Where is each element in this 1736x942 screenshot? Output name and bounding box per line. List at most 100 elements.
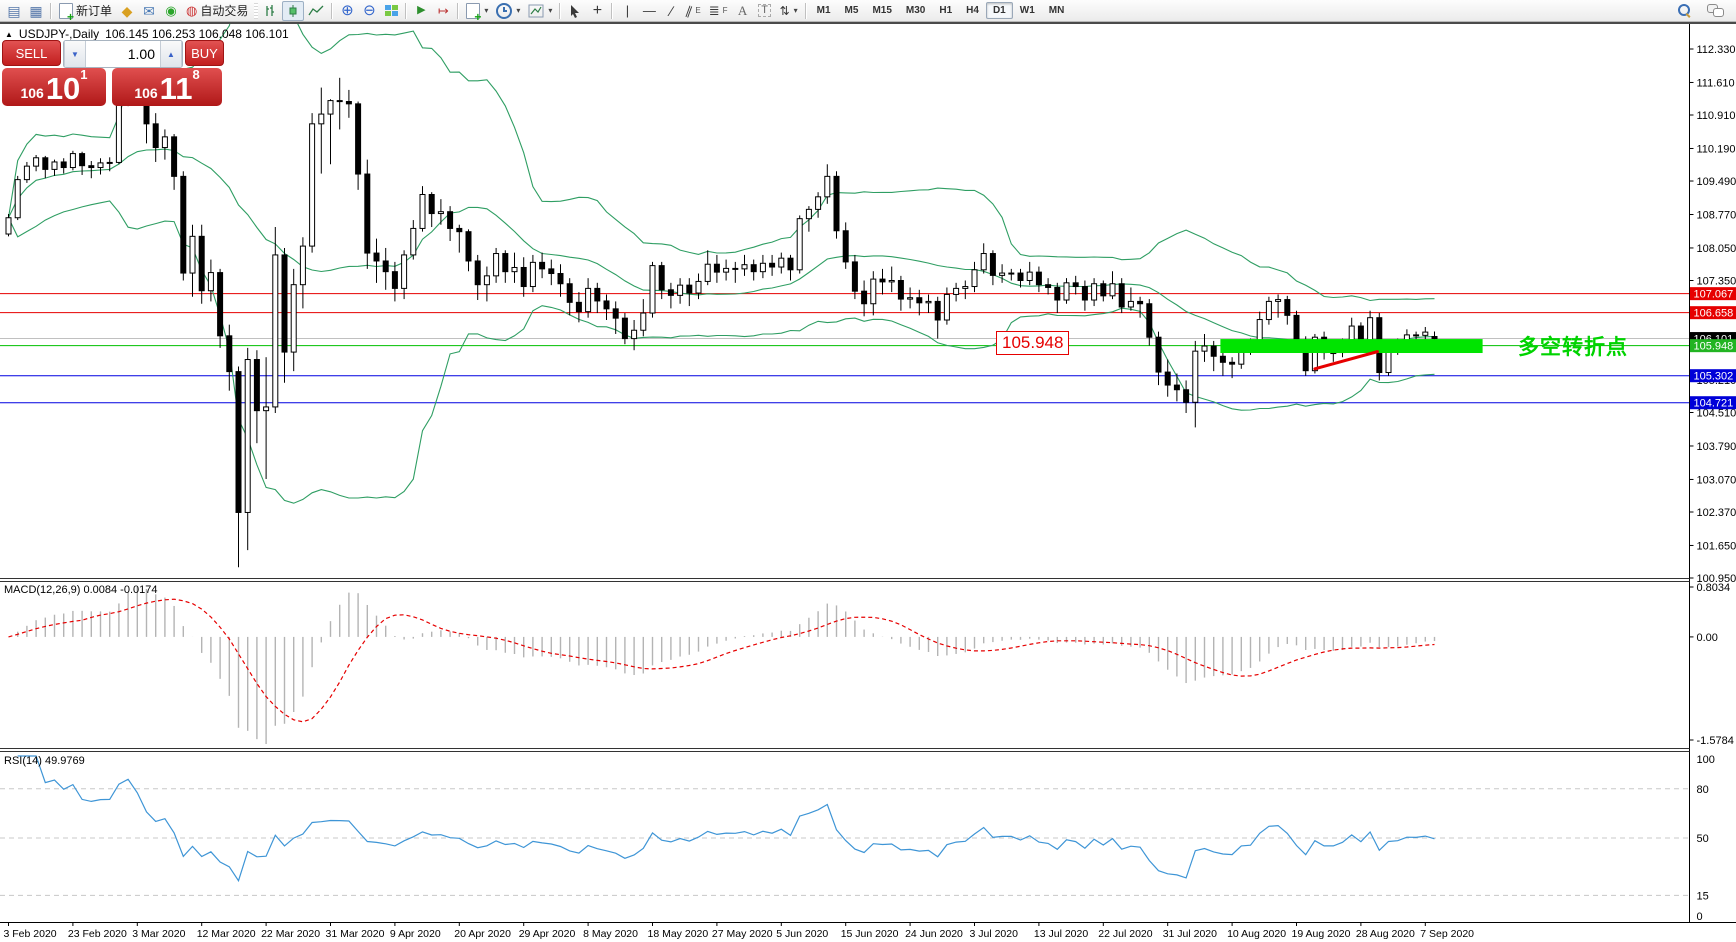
volume-increase-button[interactable]: ▲ — [160, 41, 182, 67]
date-tick-label: 5 Jun 2020 — [776, 928, 828, 940]
macd-indicator-label: MACD(12,26,9) 0.0084 -0.0174 — [4, 584, 158, 596]
chart-canvas[interactable]: 112.330111.610110.910110.190109.490108.7… — [0, 0, 1736, 942]
date-tick-label: 23 Feb 2020 — [68, 928, 127, 940]
price-tick-label: 111.610 — [1697, 77, 1735, 89]
toolbar-divider — [0, 22, 1736, 24]
candlestick-chart-button[interactable] — [282, 1, 304, 21]
trendline-icon: ∕ — [670, 4, 672, 18]
timeframe-w1[interactable]: W1 — [1013, 2, 1042, 19]
new-order-button[interactable]: + 新订单 — [55, 1, 116, 21]
market-icon: ◆ — [122, 4, 133, 18]
price-level-badge-value: 104.721 — [1694, 398, 1734, 410]
timeframe-m30[interactable]: M30 — [899, 2, 932, 19]
toolbar-separator — [50, 3, 52, 19]
timeframe-h4[interactable]: H4 — [959, 2, 986, 19]
timeframe-h1[interactable]: H1 — [932, 2, 959, 19]
vertical-line-button[interactable]: | — [616, 1, 638, 21]
new-chart-icon: + — [466, 3, 480, 19]
chart-shift-button[interactable]: ↦ — [432, 1, 454, 21]
chat-icon — [1707, 4, 1723, 17]
price-level-badge-value: 105.302 — [1694, 371, 1734, 383]
price-tick-label: 108.770 — [1697, 209, 1736, 221]
indicators-button[interactable]: ▾ — [524, 1, 556, 21]
date-tick-label: 28 Aug 2020 — [1356, 928, 1415, 940]
sell-price-box[interactable]: 106 10 1 — [2, 68, 106, 106]
line-chart-icon — [308, 4, 324, 18]
macd-axis-label: 0.8034 — [1697, 582, 1731, 594]
date-tick-label: 13 Jul 2020 — [1034, 928, 1088, 940]
auto-trading-label: 自动交易 — [200, 2, 248, 19]
mql5-community-button[interactable]: ✉ — [138, 1, 160, 21]
profiles-button[interactable]: ▾ — [492, 1, 524, 21]
toolbar-right — [1673, 1, 1733, 21]
timeframe-m5[interactable]: M5 — [838, 2, 866, 19]
search-icon — [1678, 4, 1691, 17]
timeframe-m1[interactable]: M1 — [810, 2, 838, 19]
date-tick-label: 22 Mar 2020 — [261, 928, 320, 940]
search-button[interactable] — [1673, 1, 1695, 21]
price-tick-label: 102.370 — [1697, 507, 1736, 519]
chart-frame — [0, 24, 1736, 942]
collapse-panel-icon[interactable]: ▲ — [5, 30, 13, 39]
zoom-in-button[interactable]: ⊕ — [336, 1, 358, 21]
equidistant-channel-button[interactable]: ∥ E — [682, 1, 704, 21]
price-tick-label: 101.650 — [1697, 540, 1736, 552]
date-tick-label: 20 Apr 2020 — [454, 928, 511, 940]
symbol-ohlc: 106.145 106.253 106.048 106.101 — [105, 27, 289, 41]
equidistant-channel-icon: ∥ — [685, 4, 695, 17]
signals-button[interactable]: ◉ — [160, 1, 182, 21]
tile-windows-button[interactable] — [380, 1, 402, 21]
text-label-button[interactable]: T — [754, 1, 776, 21]
date-tick-label: 3 Mar 2020 — [132, 928, 185, 940]
toolbar-separator — [805, 3, 807, 19]
fibonacci-icon: ≣ — [709, 4, 720, 17]
cursor-button[interactable] — [564, 1, 586, 21]
market-watch-button[interactable]: ▤ — [3, 1, 25, 21]
timeframe-d1[interactable]: D1 — [986, 2, 1013, 19]
bar-chart-button[interactable] — [260, 1, 282, 21]
date-tick-label: 19 Aug 2020 — [1292, 928, 1351, 940]
auto-trading-icon: ◍ — [186, 4, 197, 17]
buy-button[interactable]: BUY — [185, 40, 224, 66]
buy-price-point: 8 — [192, 58, 199, 92]
price-level-badge-value: 107.067 — [1694, 289, 1734, 301]
date-tick-label: 7 Sep 2020 — [1420, 928, 1474, 940]
zoom-out-icon: ⊖ — [363, 3, 376, 18]
level-price-label[interactable]: 105.948 — [996, 331, 1069, 355]
symbol-info-line: ▲ USDJPY-,Daily 106.145 106.253 106.048 … — [5, 27, 289, 41]
rsi-axis-label: 100 — [1697, 754, 1715, 766]
price-tick-label: 110.190 — [1697, 143, 1736, 155]
support-zone-rectangle[interactable] — [1220, 339, 1482, 353]
timeframe-m15[interactable]: M15 — [865, 2, 898, 19]
timeframe-mn[interactable]: MN — [1042, 2, 1072, 19]
arrows-button[interactable]: ⇅ ▾ — [776, 1, 802, 21]
data-window-button[interactable]: ▦ — [25, 1, 47, 21]
mql5-community-icon: ✉ — [143, 4, 155, 18]
buy-price-box[interactable]: 106 11 8 — [112, 68, 222, 106]
new-chart-button[interactable]: + ▾ — [462, 1, 492, 21]
toolbar-separator — [405, 3, 407, 19]
sell-button[interactable]: SELL — [2, 40, 61, 66]
date-tick-label: 18 May 2020 — [648, 928, 709, 940]
price-tick-label: 103.070 — [1697, 474, 1736, 486]
date-tick-label: 29 Apr 2020 — [519, 928, 576, 940]
trendline-button[interactable]: ∕ — [660, 1, 682, 21]
fibonacci-button[interactable]: ≣ F — [705, 1, 732, 21]
text-button[interactable]: A — [732, 1, 754, 21]
horizontal-line-button[interactable]: — — [638, 1, 660, 21]
chevron-down-icon: ▾ — [548, 6, 552, 15]
crosshair-button[interactable]: + — [586, 1, 608, 21]
turning-point-annotation[interactable]: 多空转折点 — [1518, 331, 1628, 361]
toolbar-grip — [254, 3, 258, 19]
auto-trading-button[interactable]: ◍ 自动交易 — [182, 1, 252, 21]
market-button[interactable]: ◆ — [116, 1, 138, 21]
bar-chart-icon — [264, 4, 278, 18]
price-level-badge-value: 105.948 — [1694, 341, 1734, 353]
line-chart-button[interactable] — [304, 1, 328, 21]
zoom-out-button[interactable]: ⊖ — [358, 1, 380, 21]
volume-value[interactable]: 1.00 — [86, 41, 160, 67]
chart-shift-icon: ↦ — [438, 4, 449, 17]
toolbar-separator — [611, 3, 613, 19]
auto-scroll-button[interactable]: ▶ — [410, 1, 432, 21]
chat-button[interactable] — [1703, 1, 1727, 21]
